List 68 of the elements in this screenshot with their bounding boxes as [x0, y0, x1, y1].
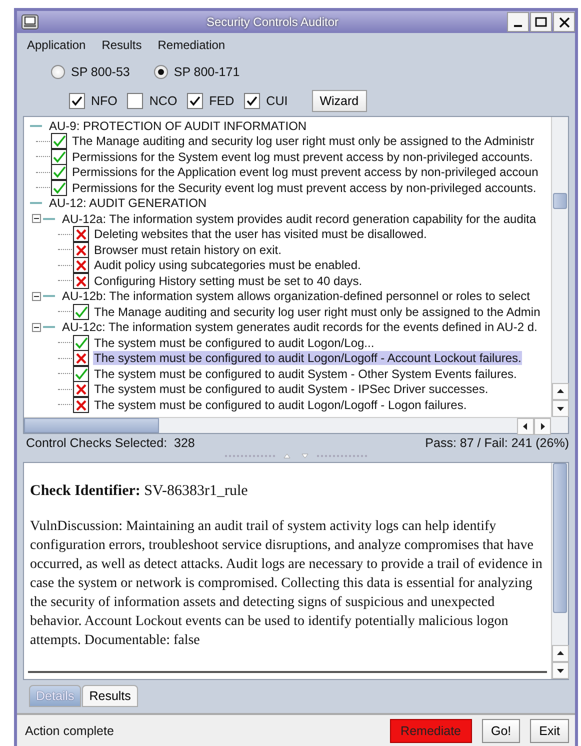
vuln-discussion: VulnDiscussion: Maintaining an audit trail of system activity logs can help identify configuration errors, troubleshoot service disruptions, and analyze compromises that have occurred, as well as detect attacks. Audit logs are necessary to provide a trail of evidence in case the system or network is compromised. Collecting this data is essential for analyzing the security of information assets and detecting signs of suspicious and unexpected behavior. Account Lockout events can be used to identify potentially malicious logon attempts. Documentable: false [30, 518, 544, 650]
scrollbar[interactable] [551, 463, 568, 679]
radio-label[interactable]: SP 800-53 [71, 65, 130, 79]
scroll-down-icon[interactable] [552, 662, 569, 679]
action-button[interactable]: Exit [530, 718, 569, 742]
scroll-left-icon[interactable] [517, 418, 534, 435]
radio-label[interactable]: SP 800-171 [174, 65, 240, 79]
checkbox-label[interactable]: NCO [149, 94, 178, 108]
checkbox[interactable] [127, 93, 144, 109]
scroll-right-icon[interactable] [534, 418, 551, 435]
checkbox[interactable] [187, 93, 204, 109]
scrollbar[interactable] [551, 117, 568, 417]
minimize-button[interactable] [507, 12, 529, 32]
tree-node[interactable]: AU-12a: The information system provides audit record generation capability for the audita [61, 212, 538, 226]
menu-item[interactable]: Results [100, 37, 144, 55]
close-icon [558, 16, 570, 28]
wizard-button[interactable]: Wizard [312, 90, 367, 112]
scroll-up-icon[interactable] [552, 645, 569, 662]
check-item[interactable]: Configuring History setting must be set to 40 days. [93, 274, 364, 288]
scrollbar[interactable] [24, 417, 551, 433]
tree-node[interactable]: AU-9: PROTECTION OF AUDIT INFORMATION [48, 118, 308, 133]
scroll-thumb[interactable] [553, 463, 567, 613]
checks-selected-count: Control Checks Selected: 328 [26, 436, 195, 452]
pass-fail-summary: Pass: 87 / Fail: 241 (26%) [425, 436, 569, 452]
status-text: Action complete [25, 724, 115, 738]
checkbox-label[interactable]: FED [209, 94, 234, 108]
tab[interactable]: Results [82, 685, 138, 707]
scroll-thumb[interactable] [553, 193, 567, 209]
checkbox-label[interactable]: NFO [91, 94, 118, 108]
action-button[interactable]: Go! [482, 718, 520, 742]
scroll-up-icon[interactable] [552, 383, 569, 400]
collapse-icon[interactable] [32, 292, 41, 301]
tree-node[interactable]: AU-12b: The information system allows organization-defined personnel or roles to select [61, 289, 532, 304]
collapse-icon[interactable] [32, 322, 41, 332]
check-item[interactable]: Audit policy using subcategories must be enabled. [93, 258, 362, 272]
collapse-icon[interactable] [32, 214, 41, 224]
window-title: Security Controls Auditor [205, 15, 340, 29]
scroll-down-icon[interactable] [552, 400, 569, 417]
check-item[interactable]: The system must be configured to audit System - IPSec Driver successes. [93, 382, 490, 396]
check-item[interactable]: The system must be configured to audit Logon/Log... [93, 336, 376, 350]
close-button[interactable] [553, 12, 575, 32]
check-item[interactable]: The Manage auditing and security log user right must only be assigned to the Administr [71, 134, 536, 148]
tree-node[interactable]: AU-12c: The information system generates audit records for the events defined in AU-2 d. [61, 320, 538, 334]
tree-node[interactable]: AU-12: AUDIT GENERATION [48, 196, 208, 210]
check-item[interactable]: Browser must retain history on exit. [93, 242, 282, 257]
computer-icon [21, 14, 39, 30]
check-item[interactable]: The system must be configured to audit Logon/Logoff - Account Lockout failures. [93, 351, 522, 366]
check-item[interactable]: Permissions for the Security event log must prevent access by non-privileged accounts. [71, 180, 538, 195]
radio-button[interactable] [154, 65, 168, 79]
remediate-button[interactable]: Remediate [390, 718, 472, 742]
check-item[interactable]: The system must be configured to audit System - Other System Events failures. [93, 366, 518, 381]
checkbox[interactable] [69, 93, 85, 109]
check-item[interactable]: The Manage auditing and security log user right must only be assigned to the Admin [93, 304, 542, 319]
minimize-icon [514, 25, 522, 27]
checkbox[interactable] [244, 93, 260, 109]
check-item[interactable]: Permissions for the System event log must prevent access by non-privileged accounts. [71, 150, 534, 164]
checkbox-label[interactable]: CUI [266, 94, 288, 108]
menu-item[interactable]: Remediation [156, 37, 228, 55]
scrollbar-corner [551, 417, 568, 433]
check-item[interactable]: Deleting websites that the user has visited must be disallowed. [93, 227, 428, 242]
check-identifier: Check Identifier: SV-86383r1_rule [30, 482, 249, 501]
maximize-icon [535, 17, 547, 27]
check-item[interactable]: Permissions for the Application event log must prevent access by non-privileged accoun [71, 165, 540, 180]
menu-item[interactable]: Application [25, 37, 88, 55]
check-item[interactable]: The system must be configured to audit Logon/Logoff - Logon failures. [93, 398, 468, 412]
maximize-button[interactable] [530, 12, 552, 32]
radio-button[interactable] [51, 65, 65, 79]
scroll-thumb[interactable] [24, 418, 159, 433]
